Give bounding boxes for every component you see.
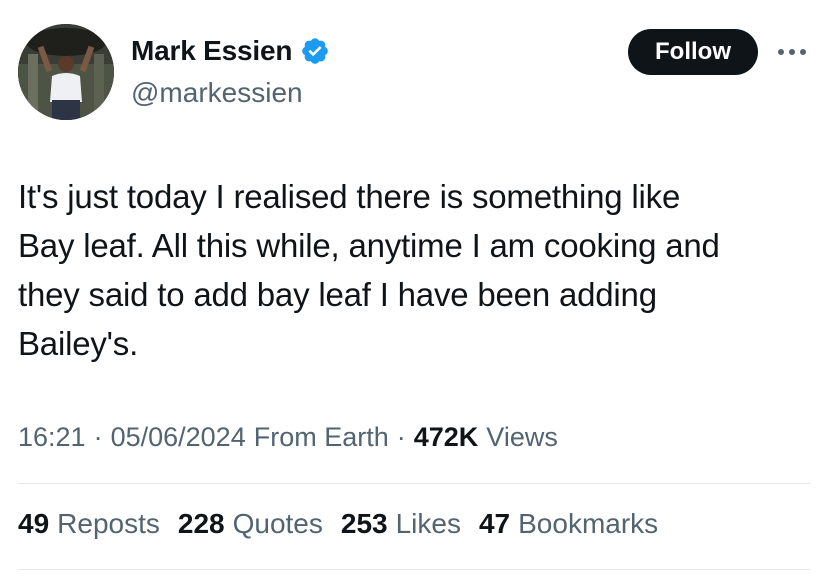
meta-separator: · xyxy=(93,422,103,452)
views-label: Views xyxy=(486,422,558,452)
author-name-row[interactable]: Mark Essien xyxy=(131,34,330,68)
tweet-meta: 16:21 · 05/06/2024 From Earth · 472K Vie… xyxy=(18,419,558,455)
views-count: 472K xyxy=(413,422,479,452)
stat-count: 253 xyxy=(340,508,388,539)
stat-label: Bookmarks xyxy=(518,508,659,539)
tweet-text: It's just today I realised there is some… xyxy=(18,178,720,362)
stat-quotes[interactable]: 228 Quotes xyxy=(178,506,323,542)
author-handle[interactable]: @markessien xyxy=(131,76,303,110)
stat-bookmarks[interactable]: 47 Bookmarks xyxy=(479,506,658,542)
verified-badge-icon xyxy=(300,36,330,66)
stat-count: 228 xyxy=(177,508,225,539)
engagement-stats: 49 Reposts 228 Quotes 253 Likes 47 Bookm… xyxy=(18,506,676,542)
meta-separator: · xyxy=(396,422,406,452)
more-horizontal-icon xyxy=(778,49,806,55)
stat-label: Likes xyxy=(395,508,461,539)
more-options-button[interactable] xyxy=(772,40,812,64)
stat-likes[interactable]: 253 Likes xyxy=(341,506,461,542)
stat-label: Reposts xyxy=(57,508,160,539)
divider xyxy=(18,483,810,484)
tweet-time[interactable]: 16:21 xyxy=(18,419,86,455)
display-name[interactable]: Mark Essien xyxy=(131,34,292,68)
follow-button[interactable]: Follow xyxy=(628,29,758,75)
stat-label: Quotes xyxy=(232,508,323,539)
tweet-source: From Earth xyxy=(253,422,389,452)
stat-count: 49 xyxy=(18,508,50,539)
avatar[interactable] xyxy=(18,24,114,120)
tweet-date[interactable]: 05/06/2024 xyxy=(111,419,246,455)
divider xyxy=(18,569,810,570)
avatar-photo xyxy=(18,24,114,120)
stat-count: 47 xyxy=(478,508,511,539)
stat-reposts[interactable]: 49 Reposts xyxy=(18,506,160,542)
